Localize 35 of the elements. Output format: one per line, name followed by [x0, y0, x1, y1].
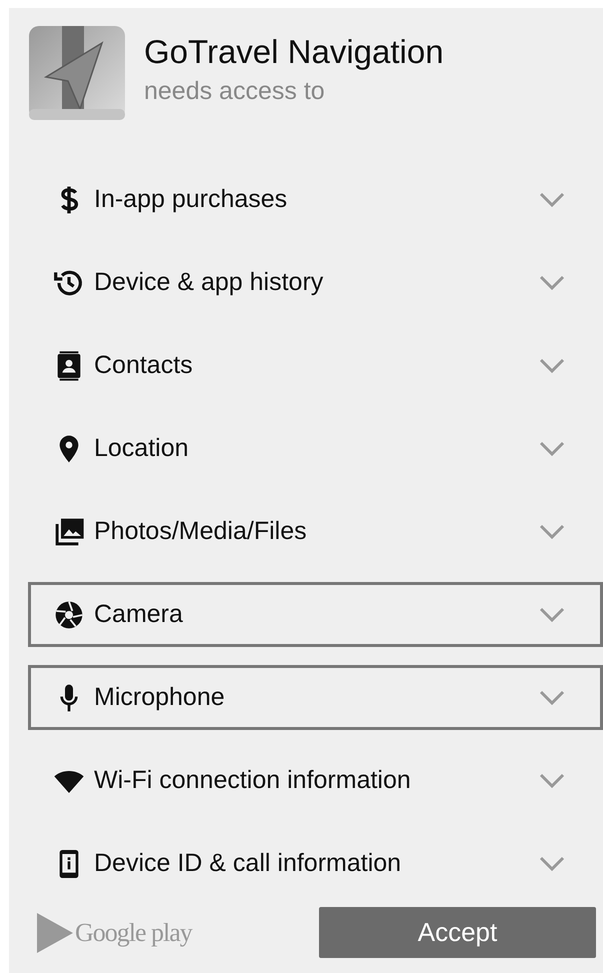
permission-row[interactable]: Photos/Media/Files — [28, 499, 603, 564]
subtitle: needs access to — [144, 76, 326, 107]
chevron-down-icon — [539, 772, 565, 788]
permission-label: Camera — [94, 598, 184, 630]
permission-label: Device ID & call information — [94, 848, 402, 879]
permission-label: Photos/Media/Files — [94, 516, 308, 547]
permission-label: Wi-Fi connection information — [94, 764, 412, 796]
permission-row[interactable]: In-app purchases — [28, 167, 603, 232]
play-logo-icon — [35, 912, 75, 954]
photos-icon — [53, 516, 85, 548]
chevron-down-icon — [539, 440, 565, 456]
permission-row[interactable]: Microphone — [28, 665, 603, 730]
chevron-down-icon — [539, 856, 565, 872]
permission-row[interactable]: Wi-Fi connection information — [28, 748, 603, 813]
chevron-down-icon — [539, 192, 565, 208]
permission-row[interactable]: Camera — [28, 582, 603, 647]
chevron-down-icon — [539, 358, 565, 374]
aperture-icon — [53, 598, 85, 630]
permission-label: Location — [94, 432, 190, 464]
permission-label: In-app purchases — [94, 184, 288, 215]
permission-label: Contacts — [94, 350, 194, 381]
app-icon — [28, 25, 126, 121]
permission-row[interactable]: Device ID & call information — [28, 831, 603, 896]
permission-label: Microphone — [94, 682, 226, 713]
store-name: Google play — [75, 917, 192, 949]
chevron-down-icon — [539, 274, 565, 290]
accept-button[interactable]: Accept — [319, 907, 596, 958]
permission-row[interactable]: Device & app history — [28, 250, 603, 315]
permission-row[interactable]: Location — [28, 416, 603, 481]
chevron-down-icon — [539, 524, 565, 540]
app-name: GoTravel Navigation — [144, 32, 444, 72]
permission-row[interactable]: Contacts — [28, 333, 603, 398]
chevron-down-icon — [539, 606, 565, 622]
permission-label: Device & app history — [94, 266, 324, 298]
chevron-down-icon — [539, 690, 565, 706]
